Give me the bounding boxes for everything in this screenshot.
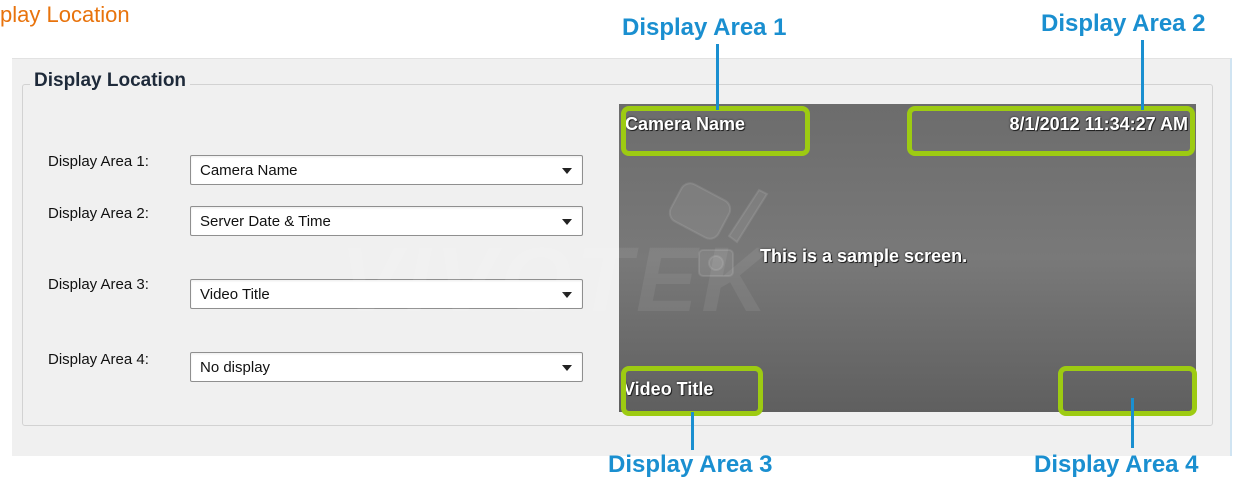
display-area-1-label: Display Area 1:	[48, 153, 149, 170]
group-title: Display Location	[30, 70, 191, 92]
callout-display-area-1: Display Area 1	[622, 14, 787, 41]
highlight-display-area-2	[907, 106, 1195, 156]
display-area-1-select[interactable]: Camera Name	[190, 155, 583, 185]
callout-display-area-4: Display Area 4	[1034, 451, 1199, 478]
preview-center-text: This is a sample screen.	[760, 246, 968, 266]
callout-display-area-3: Display Area 3	[608, 451, 773, 478]
highlight-display-area-4	[1058, 366, 1197, 416]
callout-line-area-1	[716, 44, 719, 110]
callout-line-area-2	[1141, 40, 1144, 110]
chevron-down-icon	[562, 168, 572, 174]
display-area-4-select[interactable]: No display	[190, 352, 583, 382]
display-area-1-value: Camera Name	[200, 162, 298, 179]
display-area-4-label: Display Area 4:	[48, 351, 149, 368]
watermark-logo: VIVOTEK	[340, 229, 772, 331]
callout-line-area-3	[691, 412, 694, 450]
chevron-down-icon	[562, 219, 572, 225]
display-area-2-value: Server Date & Time	[200, 213, 331, 230]
callout-line-area-4	[1131, 398, 1134, 448]
chevron-down-icon	[562, 365, 572, 371]
display-area-3-value: Video Title	[200, 286, 270, 303]
highlight-display-area-1	[621, 106, 810, 156]
highlight-display-area-3	[621, 366, 763, 416]
display-area-2-label: Display Area 2:	[48, 205, 149, 222]
callout-display-area-2: Display Area 2	[1041, 10, 1206, 37]
display-area-4-value: No display	[200, 359, 271, 376]
display-area-3-label: Display Area 3:	[48, 276, 149, 293]
page-heading: play Location	[0, 2, 130, 27]
